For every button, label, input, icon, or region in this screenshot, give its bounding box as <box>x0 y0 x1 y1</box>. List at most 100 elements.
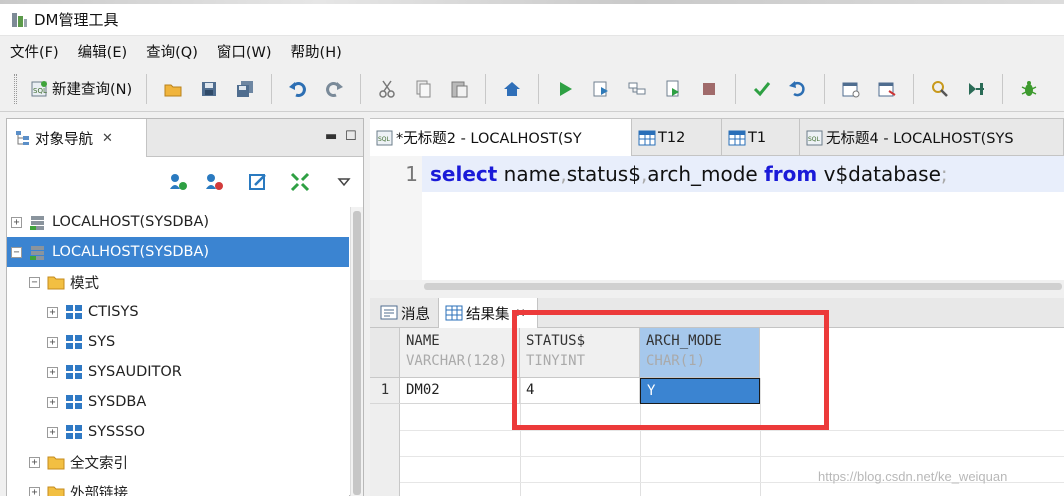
commit-button[interactable] <box>749 76 775 102</box>
tree-node[interactable]: + SYSSSO <box>7 417 349 447</box>
editor-tab[interactable]: T12 <box>632 119 722 156</box>
redo-button[interactable] <box>321 76 347 102</box>
line-number: 1 <box>405 162 418 186</box>
editor-tab[interactable]: T1 <box>722 119 800 156</box>
close-icon[interactable]: ✕ <box>102 131 113 146</box>
scrollbar-thumb[interactable] <box>424 283 1062 290</box>
tree-node[interactable]: + LOCALHOST(SYSDBA) <box>7 207 349 237</box>
sql-statement[interactable]: select name,status$,arch_mode from v$dat… <box>430 162 948 186</box>
menu-query[interactable]: 查询(Q) <box>146 41 198 62</box>
paste-button[interactable] <box>446 76 472 102</box>
connect-button[interactable] <box>167 171 189 193</box>
save-all-button[interactable] <box>232 76 258 102</box>
sql-token: name <box>497 162 561 186</box>
menu-file[interactable]: 文件(F) <box>10 41 59 62</box>
open-folder-icon <box>164 84 182 96</box>
debug-button[interactable] <box>1016 76 1042 102</box>
tab-messages[interactable]: 消息 <box>374 298 430 328</box>
editor-tab[interactable]: SQL *无标题2 - LOCALHOST(SY <box>370 119 632 156</box>
new-query-icon: SQL <box>31 80 47 96</box>
minimize-icon[interactable]: ▬ <box>325 129 337 144</box>
rollback-icon <box>789 80 805 96</box>
tree-node[interactable]: − 模式 <box>7 267 349 297</box>
cut-icon <box>379 80 395 98</box>
collapse-icon[interactable]: − <box>11 246 22 258</box>
undo-button[interactable] <box>285 76 311 102</box>
tree-node[interactable]: + SYSAUDITOR <box>7 357 349 387</box>
step-button[interactable] <box>963 76 989 102</box>
explain-button[interactable] <box>624 76 650 102</box>
expand-icon[interactable]: + <box>11 216 22 228</box>
toolbar-separator <box>146 73 148 104</box>
stop-button[interactable] <box>696 76 722 102</box>
copy-button[interactable] <box>410 76 436 102</box>
expand-icon[interactable]: + <box>29 486 40 496</box>
format-button[interactable] <box>927 76 953 102</box>
run-button[interactable] <box>552 76 578 102</box>
navigator-scrollbar[interactable] <box>350 207 363 496</box>
rollback-button[interactable] <box>785 76 811 102</box>
tree-node[interactable]: + 全文索引 <box>7 447 349 477</box>
expand-icon[interactable]: + <box>29 456 40 468</box>
tree-node[interactable]: + SYS <box>7 327 349 357</box>
cut-button[interactable] <box>374 76 400 102</box>
editor-hscrollbar[interactable] <box>422 282 1064 292</box>
sql-editor[interactable]: 1 select name,status$,arch_mode from v$d… <box>370 156 1064 280</box>
editor-tab[interactable]: SQL 无标题4 - LOCALHOST(SYS <box>800 119 1064 156</box>
run-selection-button[interactable] <box>588 76 614 102</box>
schema-icon <box>64 333 84 351</box>
grid-line <box>400 430 1064 431</box>
run-selection-icon <box>593 81 609 96</box>
calendar-button[interactable] <box>838 76 864 102</box>
tree-node[interactable]: − LOCALHOST(SYSDBA) <box>7 237 349 267</box>
tree-node[interactable]: + 外部链接 <box>7 477 349 496</box>
toolbar-grip[interactable] <box>14 73 17 104</box>
scrollbar-thumb[interactable] <box>353 211 361 495</box>
collapse-all-icon <box>290 172 310 192</box>
sql-token: status$ <box>566 162 641 186</box>
app-icon <box>12 12 27 27</box>
tree-node[interactable]: + SYSDBA <box>7 387 349 417</box>
expand-icon[interactable]: + <box>47 336 58 348</box>
schema-icon <box>64 393 84 411</box>
new-query-button[interactable]: SQL 新建查询(N) <box>23 75 138 103</box>
maximize-icon[interactable]: ☐ <box>345 129 357 144</box>
svg-text:SQL: SQL <box>33 87 47 95</box>
editor-tab-label: 无标题4 - LOCALHOST(SYS <box>826 131 1014 147</box>
editor-tab-label: *无标题2 - LOCALHOST(SY <box>396 131 582 147</box>
save-button[interactable] <box>196 76 222 102</box>
schema-icon <box>64 303 84 321</box>
expand-icon[interactable]: + <box>47 366 58 378</box>
navigator-tab[interactable]: 对象导航 ✕ <box>7 119 147 157</box>
menu-window[interactable]: 窗口(W) <box>217 41 272 62</box>
grid-cell[interactable]: DM02 <box>400 378 520 404</box>
run-script-button[interactable] <box>660 76 686 102</box>
menu-help[interactable]: 帮助(H) <box>291 41 342 62</box>
grid-corner <box>370 328 400 378</box>
row-number[interactable]: 1 <box>370 378 400 404</box>
column-header[interactable]: NAME VARCHAR(128) <box>400 328 520 378</box>
home-icon <box>504 81 521 96</box>
view-menu-icon[interactable] <box>333 171 355 193</box>
expand-icon[interactable]: + <box>47 426 58 438</box>
home-button[interactable] <box>499 76 525 102</box>
folder-icon <box>46 453 66 471</box>
folder-icon <box>46 483 66 496</box>
expand-icon[interactable]: + <box>47 396 58 408</box>
folder-icon <box>46 273 66 291</box>
tree-node-label: SYSSSO <box>88 424 146 440</box>
schema-icon <box>64 363 84 381</box>
save-icon <box>202 81 217 96</box>
collapse-all-button[interactable] <box>289 171 311 193</box>
edit-button[interactable] <box>247 171 269 193</box>
copy-icon <box>416 80 431 97</box>
collapse-icon[interactable]: − <box>29 276 40 288</box>
schedule-button[interactable] <box>874 76 900 102</box>
object-navigator-panel: 对象导航 ✕ ▬ ☐ + LOCALHOST(SYSDBA) − LOCALHOST(… <box>6 118 364 496</box>
menu-edit[interactable]: 编辑(E) <box>78 41 127 62</box>
tree-node[interactable]: + CTISYS <box>7 297 349 327</box>
sql-token: arch_mode <box>647 162 765 186</box>
expand-icon[interactable]: + <box>47 306 58 318</box>
open-button[interactable] <box>160 76 186 102</box>
disconnect-button[interactable] <box>203 171 225 193</box>
